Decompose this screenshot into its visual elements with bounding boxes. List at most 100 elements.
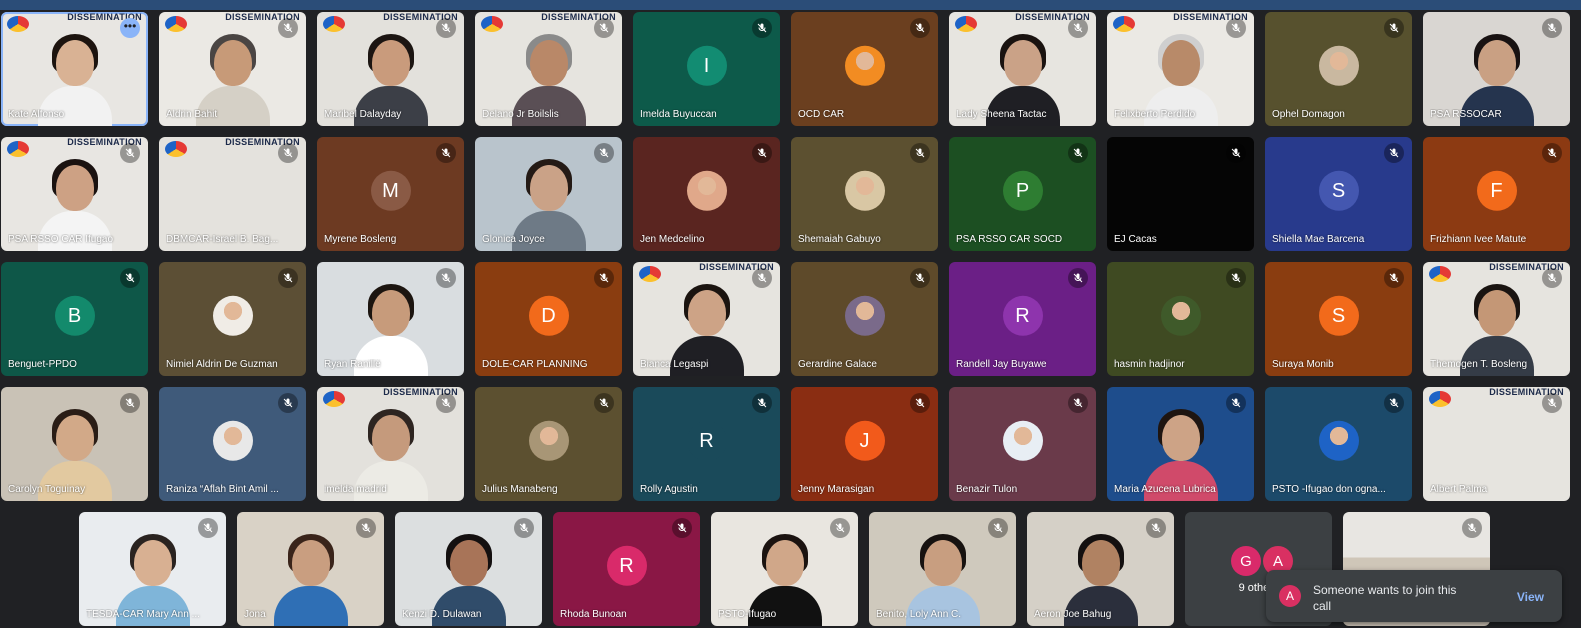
participant-tile[interactable]: R Rolly Agustin xyxy=(633,387,780,501)
participant-tile[interactable]: Benito, Loly Ann C. xyxy=(869,512,1016,626)
mic-off-icon xyxy=(1384,268,1404,288)
participant-tile[interactable]: Ophel Domagon xyxy=(1265,12,1412,126)
participant-name: DOLE-CAR PLANNING xyxy=(482,359,588,370)
participant-tile[interactable]: M Myrene Bosleng xyxy=(317,137,464,251)
participant-name: Ryan Ranillé xyxy=(324,359,381,370)
participant-tile[interactable]: Carolyn Toguinay xyxy=(1,387,148,501)
mic-off-icon xyxy=(278,268,298,288)
participant-name: Benguet-PPDO xyxy=(8,359,77,370)
participant-tile[interactable]: DISSEMINATION Aldrin Bahit xyxy=(159,12,306,126)
participant-tile[interactable]: R Randell Jay Buyawe xyxy=(949,262,1096,376)
participant-tile[interactable]: DISSEMINATION Albert Palma xyxy=(1423,387,1570,501)
participant-tile[interactable]: DISSEMINATION PSA RSSO CAR Ifugao xyxy=(1,137,148,251)
profile-photo xyxy=(1160,295,1201,336)
participant-name: Lady Sheena Tactac xyxy=(956,109,1047,120)
participant-tile[interactable]: Nimiel Aldrin De Guzman xyxy=(159,262,306,376)
participant-name: DBMCAR-Israel B. Bag... xyxy=(166,234,279,245)
mic-off-icon xyxy=(1542,393,1562,413)
participant-name: Shemaiah Gabuyo xyxy=(798,234,881,245)
participant-name: EJ Cacas xyxy=(1114,234,1157,245)
participant-tile[interactable]: Julius Manabeng xyxy=(475,387,622,501)
view-request-button[interactable]: View xyxy=(1517,590,1544,604)
participant-name: Nimiel Aldrin De Guzman xyxy=(166,359,278,370)
participant-tile[interactable]: R Rhoda Bunoan xyxy=(553,512,700,626)
top-bar xyxy=(0,0,1581,10)
participant-tile[interactable]: Glonica Joyce xyxy=(475,137,622,251)
participant-tile[interactable]: F Frizhiann Ivee Matute xyxy=(1423,137,1570,251)
participant-avatar: B xyxy=(54,295,95,336)
participant-avatar: R xyxy=(1002,295,1043,336)
participant-tile[interactable]: S Shiella Mae Barcena xyxy=(1265,137,1412,251)
profile-photo xyxy=(844,170,885,211)
participant-tile[interactable]: PSA RSSOCAR xyxy=(1423,12,1570,126)
participant-tile[interactable]: I Imelda Buyuccan xyxy=(633,12,780,126)
mic-off-icon xyxy=(1226,268,1246,288)
participant-avatar: P xyxy=(1002,170,1043,211)
participant-name: Kate Alfonso xyxy=(8,109,65,120)
participant-tile[interactable]: OCD CAR xyxy=(791,12,938,126)
participant-tile[interactable]: PSTO -Ifugao don ogna... xyxy=(1265,387,1412,501)
participant-tile[interactable]: DISSEMINATION Maribel Dalayday xyxy=(317,12,464,126)
participant-tile[interactable]: Jen Medcelino xyxy=(633,137,780,251)
participant-grid: DISSEMINATION ••• Kate Alfonso DISSEMINATIO… xyxy=(0,10,1581,628)
requester-avatar: A xyxy=(1279,585,1301,607)
participant-tile[interactable]: P PSA RSSO CAR SOCD xyxy=(949,137,1096,251)
participant-tile[interactable]: D DOLE-CAR PLANNING xyxy=(475,262,622,376)
mic-off-icon xyxy=(1542,143,1562,163)
participant-name: Delano Jr Boilslis xyxy=(482,109,559,120)
participant-tile[interactable]: Ryan Ranillé xyxy=(317,262,464,376)
participant-tile[interactable]: DISSEMINATION imelda madrid xyxy=(317,387,464,501)
participant-tile[interactable]: Kenzi D. Dulawan xyxy=(395,512,542,626)
participant-tile[interactable]: hasmin hadjinor xyxy=(1107,262,1254,376)
mic-off-icon xyxy=(1226,18,1246,38)
mic-off-icon xyxy=(1226,393,1246,413)
participant-name: Felixberto Perdido xyxy=(1114,109,1196,120)
participant-tile[interactable]: PSTO-Ifugao xyxy=(711,512,858,626)
participant-name: Benazir Tulon xyxy=(956,484,1018,495)
participant-tile[interactable]: Jona xyxy=(237,512,384,626)
mic-off-icon xyxy=(910,393,930,413)
participant-tile[interactable]: DISSEMINATION Delano Jr Boilslis xyxy=(475,12,622,126)
participant-name: OCD CAR xyxy=(798,109,845,120)
mic-off-icon xyxy=(594,268,614,288)
participant-tile[interactable]: Raniza “Aflah Bint Amil ... xyxy=(159,387,306,501)
more-options-icon[interactable]: ••• xyxy=(120,18,140,38)
participant-tile[interactable]: EJ Cacas xyxy=(1107,137,1254,251)
participant-name: Raniza “Aflah Bint Amil ... xyxy=(166,484,279,495)
participant-tile[interactable]: DISSEMINATION DBMCAR-Israel B. Bag... xyxy=(159,137,306,251)
mic-off-icon xyxy=(672,518,692,538)
participant-name: Frizhiann Ivee Matute xyxy=(1430,234,1527,245)
join-request-message: Someone wants to join this call xyxy=(1313,583,1457,613)
mic-off-icon xyxy=(1384,18,1404,38)
profile-photo xyxy=(844,295,885,336)
participant-tile[interactable]: DISSEMINATION Bianca Legaspi xyxy=(633,262,780,376)
psa-logo-icon xyxy=(1113,16,1135,32)
participant-avatar: R xyxy=(686,420,727,461)
participant-tile[interactable]: J Jenny Marasigan xyxy=(791,387,938,501)
participant-tile[interactable]: B Benguet-PPDO xyxy=(1,262,148,376)
participant-name: Carolyn Toguinay xyxy=(8,484,86,495)
mic-off-icon xyxy=(752,268,772,288)
mic-off-icon xyxy=(120,268,140,288)
participant-tile[interactable]: TESDA-CAR Mary Ann ... xyxy=(79,512,226,626)
mic-off-icon xyxy=(988,518,1008,538)
participant-tile[interactable]: S Suraya Monib xyxy=(1265,262,1412,376)
participant-tile[interactable]: Aeron Joe Bahug xyxy=(1027,512,1174,626)
participant-tile[interactable]: DISSEMINATION Themogen T. Bosleng xyxy=(1423,262,1570,376)
mic-off-icon xyxy=(436,18,456,38)
mic-off-icon xyxy=(514,518,534,538)
participant-tile[interactable]: Maria Azucena Lubrica xyxy=(1107,387,1254,501)
participant-name: Maribel Dalayday xyxy=(324,109,402,120)
participant-tile[interactable]: DISSEMINATION Felixberto Perdido xyxy=(1107,12,1254,126)
participant-tile[interactable]: DISSEMINATION Lady Sheena Tactac xyxy=(949,12,1096,126)
participant-name: Themogen T. Bosleng xyxy=(1430,359,1528,370)
participant-tile[interactable]: DISSEMINATION ••• Kate Alfonso xyxy=(1,12,148,126)
mic-off-icon xyxy=(1068,18,1088,38)
participant-tile[interactable]: Benazir Tulon xyxy=(949,387,1096,501)
participant-tile[interactable]: Gerardine Galace xyxy=(791,262,938,376)
mic-off-icon xyxy=(910,268,930,288)
participant-name: Bianca Legaspi xyxy=(640,359,709,370)
participant-tile[interactable]: Shemaiah Gabuyo xyxy=(791,137,938,251)
profile-photo xyxy=(212,295,253,336)
mic-off-icon xyxy=(752,18,772,38)
